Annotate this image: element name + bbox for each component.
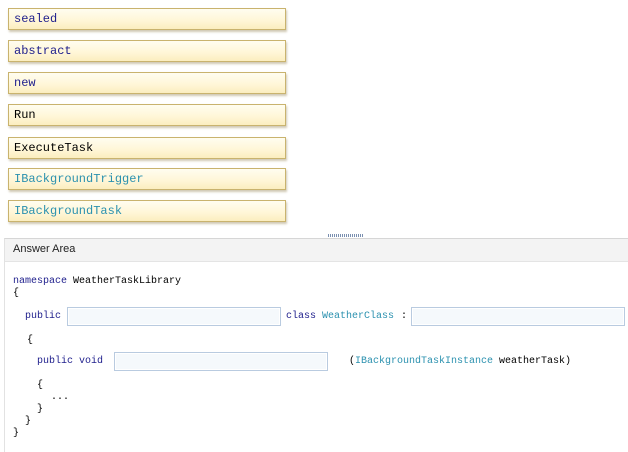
code-namespace-name: WeatherTaskLibrary	[73, 276, 182, 287]
choice-ibackgroundtask[interactable]: IBackgroundTask	[8, 200, 286, 222]
splitter-grip-icon[interactable]	[328, 234, 364, 237]
code-public-keyword: public	[25, 311, 62, 322]
drop-target-method-name[interactable]	[114, 352, 328, 371]
code-class-keyword: class	[286, 311, 317, 322]
answer-area-header: Answer Area	[5, 239, 628, 262]
code-brace: {	[27, 335, 34, 346]
choice-sealed[interactable]: sealed	[8, 8, 286, 30]
code-param-name: weatherTask)	[493, 356, 572, 367]
code-brace: {	[13, 288, 20, 299]
code-ellipsis: ...	[51, 392, 70, 403]
choice-abstract[interactable]: abstract	[8, 40, 286, 62]
code-brace: }	[13, 428, 20, 439]
code-public-void-keyword: public void	[37, 356, 104, 367]
drop-target-class-modifier[interactable]	[67, 307, 281, 326]
choice-run[interactable]: Run	[8, 104, 286, 126]
choice-ibackgroundtrigger[interactable]: IBackgroundTrigger	[8, 168, 286, 190]
choice-new[interactable]: new	[8, 72, 286, 94]
code-namespace-keyword: namespace	[13, 276, 68, 287]
code-brace: {	[37, 380, 44, 391]
code-colon: :	[401, 311, 408, 322]
code-brace: }	[37, 404, 44, 415]
answer-area: Answer Area namespace WeatherTaskLibrary…	[4, 238, 628, 452]
drop-target-interface[interactable]	[411, 307, 625, 326]
answer-area-title: Answer Area	[13, 243, 76, 255]
code-class-name: WeatherClass	[322, 311, 395, 322]
choice-executetask[interactable]: ExecuteTask	[8, 137, 286, 159]
code-param-type: IBackgroundTaskInstance	[355, 356, 494, 367]
code-brace: }	[25, 416, 32, 427]
